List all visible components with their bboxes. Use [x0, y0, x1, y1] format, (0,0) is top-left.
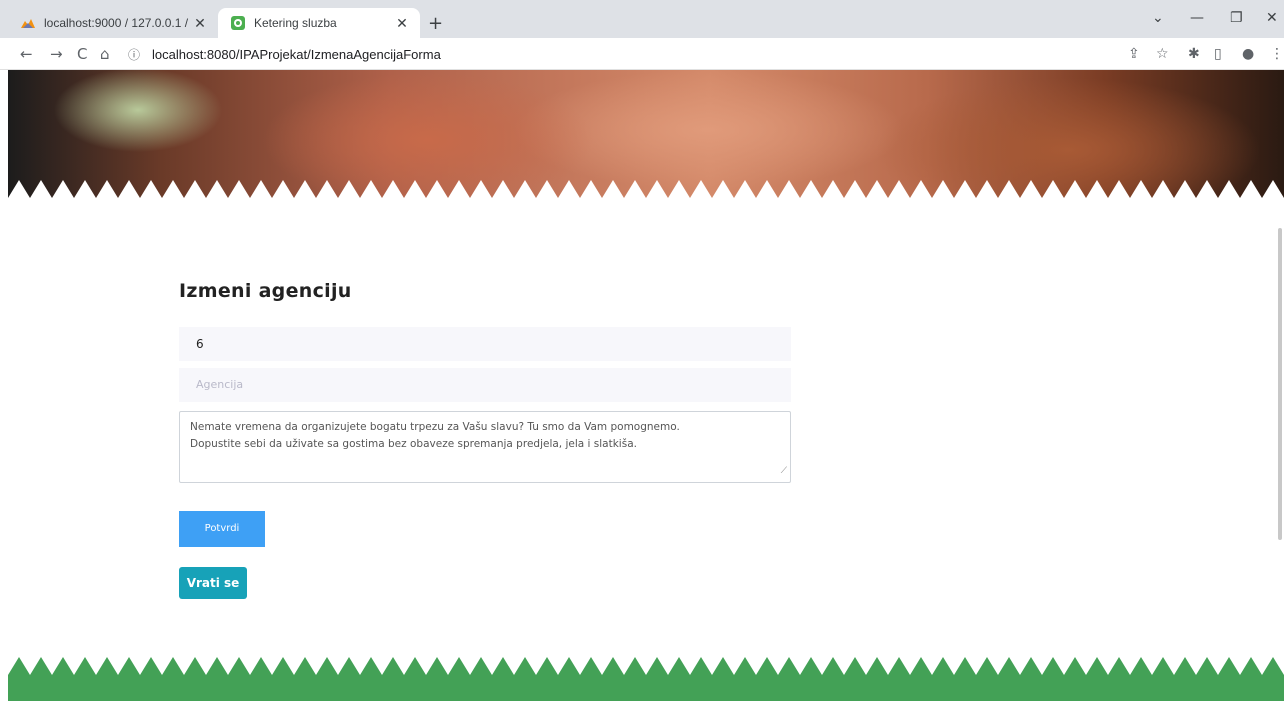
tab-close-icon[interactable]: ✕ [192, 15, 208, 32]
tab-search-icon[interactable]: ⌄ [1152, 10, 1164, 26]
phpmyadmin-icon [21, 19, 35, 28]
footer-zigzag-band [8, 657, 1284, 701]
tab-title: localhost:9000 / 127.0.0.1 / keteri [44, 16, 192, 30]
page-title: Izmeni agenciju [179, 280, 352, 302]
tab-phpmyadmin[interactable]: localhost:9000 / 127.0.0.1 / keteri ✕ [8, 8, 218, 38]
share-icon[interactable]: ⇪ [1128, 46, 1140, 62]
resize-handle-icon[interactable]: ⟋ [781, 463, 787, 480]
close-window-icon[interactable]: ✕ [1266, 10, 1278, 26]
scrollbar-thumb[interactable] [1278, 228, 1282, 540]
id-field[interactable]: 6 [179, 327, 791, 361]
back-icon[interactable]: ← [20, 45, 33, 63]
menu-icon[interactable]: ⋮ [1270, 46, 1284, 62]
forward-icon[interactable]: → [50, 45, 63, 63]
leaf-icon [231, 16, 245, 30]
hero-zigzag-edge [8, 180, 1284, 198]
extensions-icon[interactable]: ✱ [1188, 46, 1200, 62]
home-icon[interactable]: ⌂ [100, 45, 110, 63]
address-bar[interactable]: ⓘ localhost:8080/IPAProjekat/IzmenaAgenc… [120, 41, 1140, 67]
profile-icon[interactable]: ● [1242, 46, 1254, 62]
tab-ketering[interactable]: Ketering sluzba ✕ [218, 8, 420, 38]
tab-close-icon[interactable]: ✕ [394, 15, 410, 32]
back-button[interactable]: Vrati se [179, 567, 247, 599]
reload-icon[interactable]: C [77, 45, 87, 63]
browser-tabstrip: localhost:9000 / 127.0.0.1 / keteri ✕ Ke… [0, 0, 1284, 38]
agency-name-input[interactable]: Agencija [179, 368, 791, 402]
tab-title: Ketering sluzba [254, 16, 337, 30]
url-text[interactable]: localhost:8080/IPAProjekat/IzmenaAgencij… [152, 47, 441, 62]
star-icon[interactable]: ☆ [1156, 46, 1169, 62]
minimize-icon[interactable]: — [1190, 10, 1204, 26]
browser-toolbar: ← → C ⌂ ⓘ localhost:8080/IPAProjekat/Izm… [0, 38, 1284, 70]
side-panel-icon[interactable]: ▯ [1214, 46, 1222, 62]
new-tab-button[interactable]: + [428, 13, 443, 34]
info-icon[interactable]: ⓘ [128, 46, 144, 63]
restore-icon[interactable]: ❐ [1230, 10, 1243, 26]
description-text: Nemate vremena da organizujete bogatu tr… [190, 421, 680, 450]
description-textarea[interactable]: Nemate vremena da organizujete bogatu tr… [179, 411, 791, 483]
confirm-button[interactable]: Potvrdi [179, 511, 265, 547]
